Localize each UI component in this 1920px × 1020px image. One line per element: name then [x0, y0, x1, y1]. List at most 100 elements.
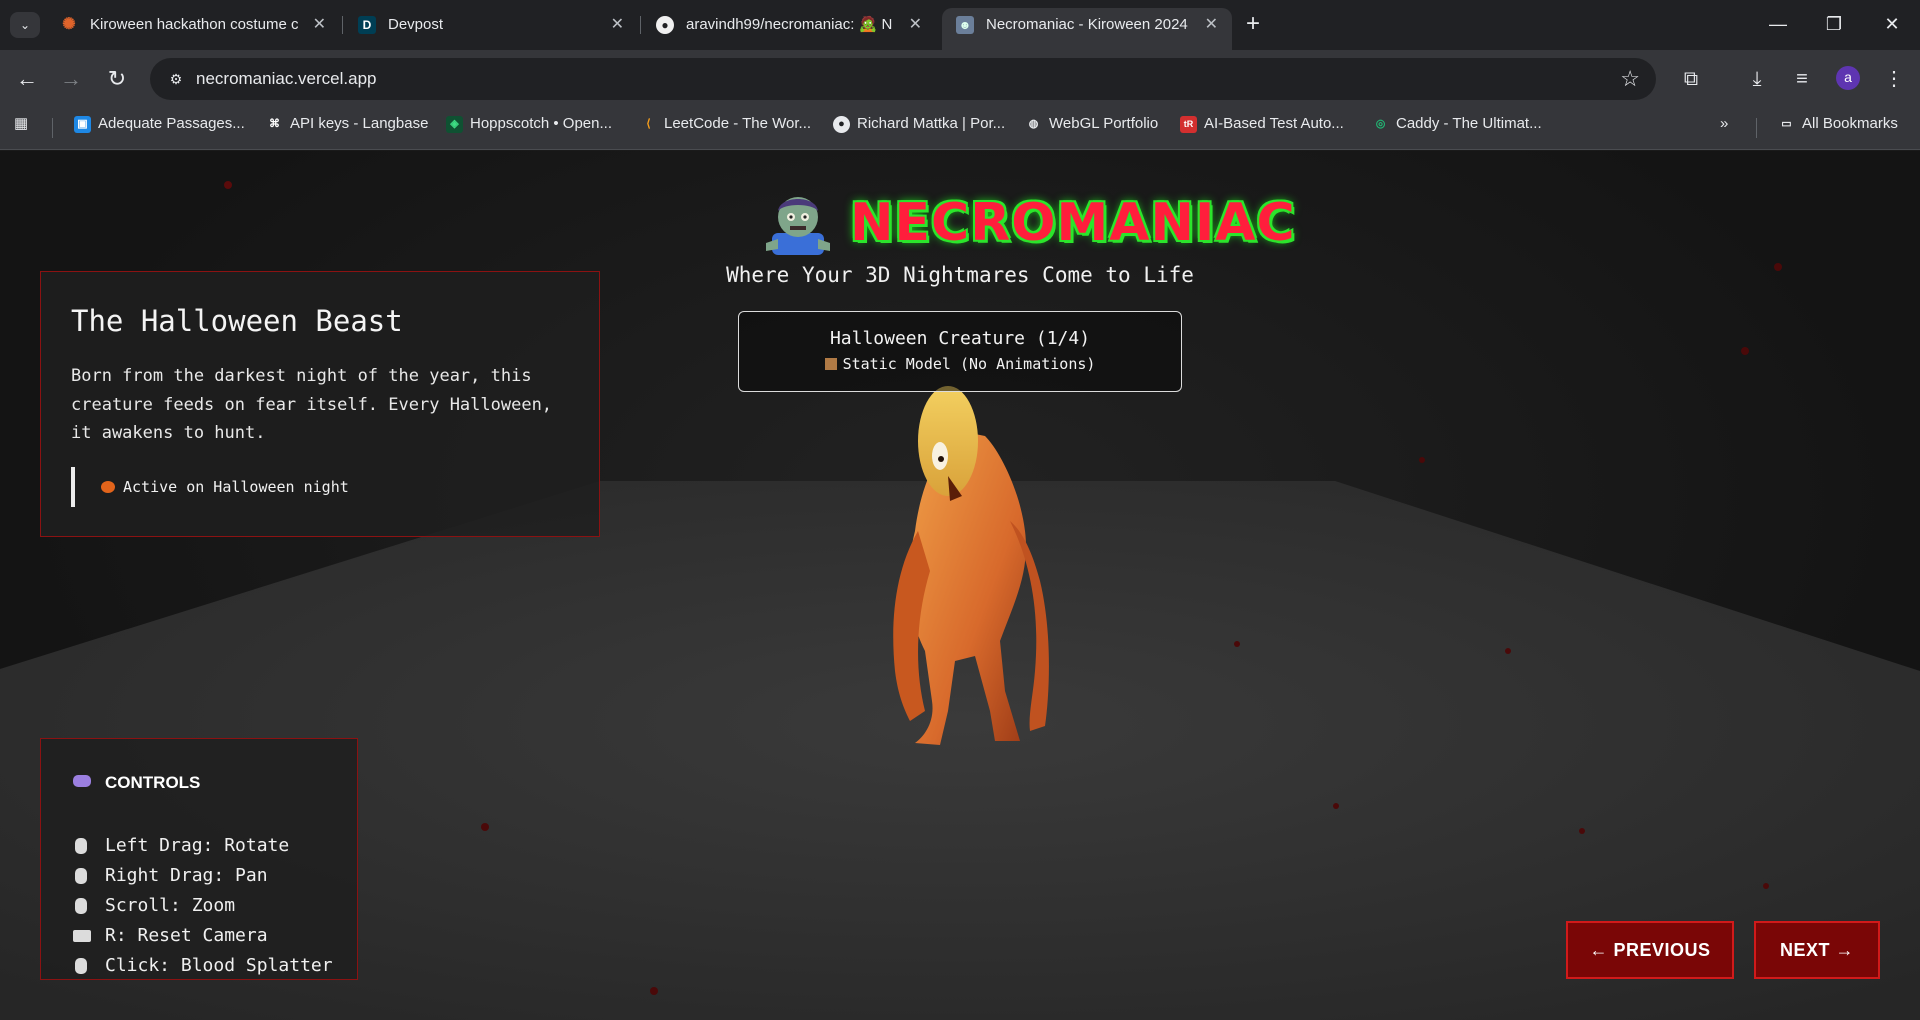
- mouse-icon: [75, 898, 87, 914]
- logo-title: NECROMANIAC: [850, 193, 1296, 253]
- creature-story-panel: The Halloween Beast Born from the darkes…: [40, 271, 600, 537]
- bookmark-label: API keys - Langbase: [290, 115, 429, 132]
- blue-square-icon: ▣: [74, 116, 91, 133]
- control-item: Scroll: Zoom: [105, 895, 236, 916]
- reload-icon[interactable]: ↻: [102, 64, 132, 94]
- story-tag: Active on Halloween night: [71, 467, 349, 507]
- media-control-icon[interactable]: ≡: [1788, 65, 1816, 93]
- bookmark-item[interactable]: tR AI-Based Test Auto...: [1180, 108, 1344, 140]
- bookmark-item[interactable]: ◈ Hoppscotch • Open...: [446, 108, 612, 140]
- control-item: Left Drag: Rotate: [105, 835, 290, 856]
- page-viewport: NECROMANIAC Where Your 3D Nightmares Com…: [0, 151, 1920, 1020]
- control-item: Right Drag: Pan: [105, 865, 268, 886]
- bookmark-item[interactable]: ● Richard Mattka | Por...: [833, 108, 1005, 140]
- hoppscotch-icon: ◈: [446, 116, 463, 133]
- creature-mode: Static Model (No Animations): [739, 355, 1181, 373]
- tab-github[interactable]: ● aravindh99/necromaniac: 🧟 N ✕: [642, 8, 936, 50]
- all-bookmarks-button[interactable]: ▭ All Bookmarks: [1778, 108, 1898, 140]
- close-icon[interactable]: ✕: [313, 8, 326, 42]
- creature-indicator: Halloween Creature (1/4) Static Model (N…: [738, 311, 1182, 392]
- tab-strip: ⌄ ✺ Kiroween hackathon costume c ✕ D Dev…: [0, 0, 1920, 50]
- tab-title: Necromaniac - Kiroween 2024: [986, 16, 1188, 33]
- site-info-icon[interactable]: ⚙: [166, 69, 186, 89]
- blood-splatter: [1741, 347, 1749, 355]
- tr-icon: tR: [1180, 116, 1197, 133]
- bookmark-label: Caddy - The Ultimat...: [1396, 115, 1542, 132]
- previous-button[interactable]: ← PREVIOUS: [1566, 921, 1734, 979]
- back-icon[interactable]: ←: [12, 64, 42, 94]
- story-tag-label: Active on Halloween night: [123, 478, 349, 496]
- tab-devpost[interactable]: D Devpost ✕: [344, 8, 638, 50]
- caddy-icon: ◎: [1375, 118, 1386, 130]
- bookmark-item[interactable]: ⌘ API keys - Langbase: [266, 108, 428, 140]
- bookmarks-bar: ▦ ▣ Adequate Passages... ⌘ API keys - La…: [0, 108, 1920, 150]
- bookmark-item[interactable]: ◍ WebGL Portfolio: [1025, 108, 1159, 140]
- tab-divider: [640, 16, 641, 34]
- devpost-d-icon: D: [358, 16, 376, 34]
- alien-icon: ●: [833, 116, 850, 133]
- next-button[interactable]: NEXT →: [1754, 921, 1880, 979]
- tab-title: Kiroween hackathon costume c: [90, 16, 299, 33]
- tab-necromaniac[interactable]: ☻ Necromaniac - Kiroween 2024 ✕: [942, 8, 1232, 50]
- bookmark-divider: [52, 118, 53, 138]
- forward-icon[interactable]: →: [56, 64, 86, 94]
- langbase-icon: ⌘: [269, 118, 280, 130]
- story-body: Born from the darkest night of the year,…: [71, 366, 553, 443]
- blood-splatter: [1763, 883, 1769, 889]
- close-icon[interactable]: ✕: [909, 8, 922, 42]
- mouse-icon: [75, 958, 87, 974]
- control-item: R: Reset Camera: [105, 925, 268, 946]
- blood-splatter: [481, 823, 489, 831]
- browser-toolbar: ← → ↻ ⚙ necromaniac.vercel.app ☆ ⧉ ⤓ ≡ ⋮: [0, 50, 1920, 108]
- new-tab-button[interactable]: +: [1246, 10, 1260, 38]
- close-icon[interactable]: ✕: [611, 8, 624, 42]
- bookmark-item[interactable]: ⟨ LeetCode - The Wor...: [640, 108, 811, 140]
- url-text[interactable]: necromaniac.vercel.app: [196, 58, 376, 100]
- controls-title: CONTROLS: [105, 773, 201, 792]
- bookmark-label: Adequate Passages...: [98, 115, 245, 132]
- tab-title: Devpost: [388, 16, 444, 33]
- package-icon: [824, 358, 837, 370]
- folder-icon: ▭: [1781, 118, 1792, 130]
- tab-search-button[interactable]: ⌄: [10, 12, 40, 38]
- orange-burst-icon: ✺: [62, 16, 76, 33]
- pumpkin-icon: [101, 481, 115, 493]
- mouse-icon: [75, 838, 87, 854]
- keyboard-icon: [73, 930, 91, 942]
- bookmark-label: LeetCode - The Wor...: [664, 115, 812, 132]
- blood-splatter: [1579, 828, 1585, 834]
- bookmark-label: Richard Mattka | Por...: [857, 115, 1006, 132]
- gamepad-icon: [73, 775, 91, 787]
- globe-icon: ◍: [1028, 118, 1039, 130]
- all-bookmarks-label: All Bookmarks: [1802, 115, 1898, 132]
- blood-splatter: [224, 181, 232, 189]
- bookmark-item[interactable]: ▣ Adequate Passages...: [74, 108, 245, 140]
- blood-splatter: [1505, 648, 1511, 654]
- blood-splatter: [1333, 803, 1339, 809]
- minimize-icon[interactable]: —: [1758, 8, 1798, 40]
- bookmark-label: WebGL Portfolio: [1049, 115, 1159, 132]
- creature-mode-label: Static Model (No Animations): [842, 355, 1096, 373]
- leetcode-icon: ⟨: [646, 118, 651, 130]
- close-icon[interactable]: ✕: [1205, 8, 1218, 42]
- more-bookmarks-icon[interactable]: »: [1720, 108, 1728, 140]
- download-icon[interactable]: ⤓: [1743, 65, 1771, 93]
- bookmark-item[interactable]: ◎ Caddy - The Ultimat...: [1372, 108, 1542, 140]
- zombie-icon: ☻: [956, 16, 974, 34]
- blood-splatter: [1234, 641, 1240, 647]
- bookmark-divider: [1756, 118, 1757, 138]
- tab-title: aravindh99/necromaniac: 🧟 N: [686, 16, 893, 33]
- address-bar[interactable]: ⚙ necromaniac.vercel.app ☆: [150, 58, 1656, 100]
- bookmark-label: Hoppscotch • Open...: [470, 115, 612, 132]
- bookmark-star-icon[interactable]: ☆: [1620, 58, 1640, 100]
- apps-grid-icon[interactable]: ▦: [14, 108, 34, 140]
- menu-kebab-icon[interactable]: ⋮: [1880, 65, 1908, 93]
- close-window-icon[interactable]: ✕: [1872, 8, 1912, 40]
- mouse-icon: [75, 868, 87, 884]
- extensions-icon[interactable]: ⧉: [1677, 65, 1705, 93]
- github-icon: ●: [656, 16, 674, 34]
- creature-title: Halloween Creature (1/4): [829, 328, 1091, 349]
- tab-kiroween-costume[interactable]: ✺ Kiroween hackathon costume c ✕: [46, 8, 340, 50]
- restore-icon[interactable]: ❐: [1814, 8, 1854, 40]
- profile-avatar[interactable]: a: [1836, 66, 1860, 90]
